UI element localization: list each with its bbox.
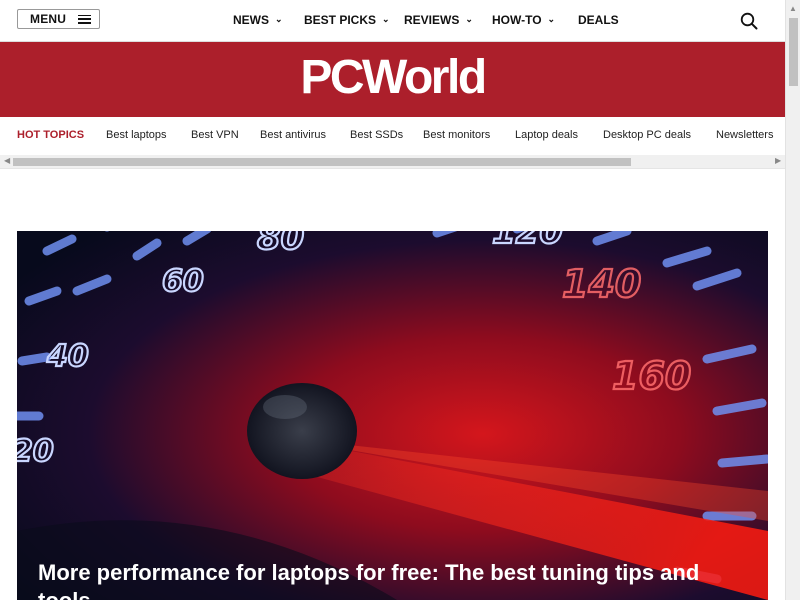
gauge-label-20: 20: [17, 434, 54, 469]
nav-news-label: NEWS: [233, 13, 269, 27]
gauge-label-140: 140: [562, 262, 641, 306]
search-icon[interactable]: [740, 12, 758, 30]
hero-title[interactable]: More performance for laptops for free: T…: [38, 559, 738, 600]
brand-bar: PCWorld: [0, 42, 785, 117]
pcworld-logo[interactable]: PCWorld: [0, 50, 785, 105]
nav-reviews-label: REVIEWS: [404, 13, 460, 27]
scroll-left-icon[interactable]: ◀: [4, 156, 10, 165]
nav-item-news[interactable]: NEWS ⌄: [233, 13, 283, 27]
topic-best-ssds[interactable]: Best SSDs: [350, 129, 403, 141]
chevron-down-icon: ⌄: [275, 14, 283, 24]
nav-item-reviews[interactable]: REVIEWS ⌄: [404, 13, 473, 27]
nav-how-to-label: HOW-TO: [492, 13, 542, 27]
scroll-right-icon[interactable]: ▶: [775, 156, 781, 165]
topic-best-laptops[interactable]: Best laptops: [106, 129, 167, 141]
vertical-scrollbar-thumb[interactable]: [789, 18, 798, 86]
scroll-up-icon[interactable]: ▲: [789, 4, 797, 13]
gauge-label-40: 40: [46, 339, 89, 374]
gauge-label-60: 60: [162, 264, 204, 299]
main-nav: NEWS ⌄ BEST PICKS ⌄ REVIEWS ⌄ HOW-TO ⌄ DEALS: [0, 0, 785, 41]
page: MENU NEWS ⌄ BEST PICKS ⌄ REVIEWS ⌄ HOW-TO ⌄ …: [0, 0, 785, 600]
topic-best-vpn[interactable]: Best VPN: [191, 129, 239, 141]
nav-item-deals[interactable]: DEALS: [578, 13, 619, 27]
speedometer-image: 80 60 40 20 120 140 160: [17, 231, 768, 600]
nav-best-picks-label: BEST PICKS: [304, 13, 377, 27]
vertical-scrollbar[interactable]: ▲: [785, 0, 800, 600]
hot-topics-bar: HOT TOPICS Best laptops Best VPN Best an…: [0, 118, 785, 154]
nav-item-how-to[interactable]: HOW-TO ⌄: [492, 13, 555, 27]
topic-desktop-pc-deals[interactable]: Desktop PC deals: [603, 129, 691, 141]
topic-newsletters[interactable]: Newsletters: [716, 129, 773, 141]
chevron-down-icon: ⌄: [382, 14, 390, 24]
chevron-down-icon: ⌄: [465, 14, 473, 24]
top-navigation-bar: MENU NEWS ⌄ BEST PICKS ⌄ REVIEWS ⌄ HOW-TO ⌄ …: [0, 0, 785, 42]
gauge-label-80: 80: [257, 231, 304, 258]
nav-item-best-picks[interactable]: BEST PICKS ⌄: [304, 13, 390, 27]
scrollbar-thumb[interactable]: [13, 158, 631, 166]
hero-article[interactable]: 80 60 40 20 120 140 160 More performance…: [17, 231, 768, 600]
chevron-down-icon: ⌄: [547, 14, 556, 24]
topic-best-antivirus[interactable]: Best antivirus: [260, 129, 326, 141]
hot-topics-label: HOT TOPICS: [17, 129, 85, 141]
gauge-label-120: 120: [492, 231, 563, 252]
topic-laptop-deals[interactable]: Laptop deals: [515, 129, 578, 141]
horizontal-scrollbar[interactable]: ◀ ▶: [0, 155, 785, 169]
nav-deals-label: DEALS: [578, 13, 619, 27]
gauge-label-160: 160: [612, 354, 691, 398]
topic-best-monitors[interactable]: Best monitors: [423, 129, 490, 141]
